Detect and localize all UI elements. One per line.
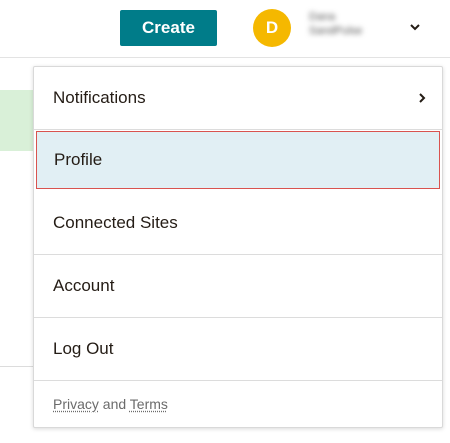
menu-item-profile[interactable]: Profile	[36, 131, 440, 189]
background-divider	[0, 366, 36, 367]
terms-link[interactable]: Terms	[130, 396, 168, 412]
menu-item-label: Profile	[54, 150, 103, 169]
menu-item-notifications[interactable]: Notifications	[34, 67, 442, 130]
chevron-down-icon[interactable]	[408, 20, 422, 34]
menu-item-label: Notifications	[53, 88, 146, 107]
menu-item-log-out[interactable]: Log Out	[34, 318, 442, 381]
create-button[interactable]: Create	[120, 10, 217, 46]
menu-item-account[interactable]: Account	[34, 255, 442, 318]
background-banner	[0, 90, 36, 151]
and-text: and	[102, 396, 127, 412]
privacy-link[interactable]: Privacy	[53, 396, 99, 412]
legal-links: Privacy and Terms	[53, 396, 168, 412]
chevron-right-icon	[419, 93, 426, 103]
menu-item-label: Connected Sites	[53, 213, 178, 232]
menu-item-connected-sites[interactable]: Connected Sites	[34, 192, 442, 255]
account-dropdown-menu: Notifications Profile Connected Sites Ac…	[33, 66, 443, 428]
user-name-line-1: Dana	[309, 11, 336, 23]
top-header: Create D Dana SandPulse	[0, 0, 450, 58]
user-name-line-2: SandPulse	[309, 25, 363, 37]
user-name-block[interactable]: Dana SandPulse	[309, 10, 397, 38]
avatar[interactable]: D	[253, 9, 291, 47]
menu-item-label: Account	[53, 276, 115, 295]
menu-item-label: Log Out	[53, 339, 114, 358]
